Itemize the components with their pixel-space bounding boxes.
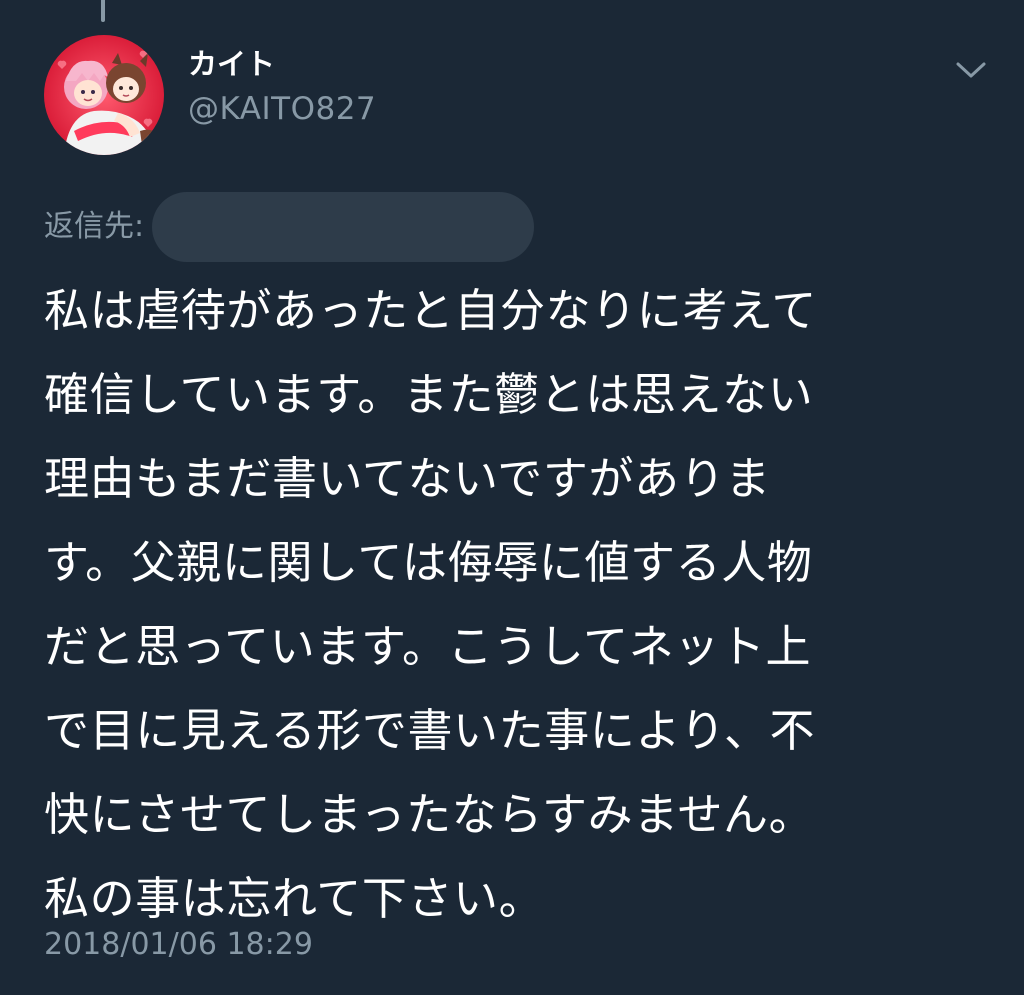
tweet-text-line: 私は虐待があったと自分なりに考えて [44, 284, 817, 337]
reply-target-redacted[interactable] [152, 192, 535, 262]
thread-connector-line [101, 0, 105, 22]
tweet-timestamp[interactable]: 2018/01/06 18:29 [44, 930, 313, 960]
reply-context: 返信先: [44, 192, 535, 262]
chevron-down-icon[interactable] [952, 56, 990, 84]
tweet-text-line: す。父親に関しては侮辱に値する人物 [44, 536, 813, 589]
tweet-text: 私は虐待があったと自分なりに考えて 確信しています。また鬱とは思えない 理由もま… [44, 269, 984, 941]
tweet-text-line: だと思っています。こうしてネット上 [44, 620, 812, 673]
tweet-text-line: で目に見える形で書いた事により、不 [44, 704, 816, 757]
display-name[interactable]: カイト [188, 50, 275, 79]
reply-label: 返信先: [44, 209, 145, 244]
avatar-illustration [44, 35, 164, 155]
avatar[interactable] [44, 35, 164, 155]
user-handle[interactable]: @KAITO827 [188, 94, 376, 125]
tweet-text-line: 確信しています。また鬱とは思えない [44, 368, 814, 421]
tweet-text-line: 理由もまだ書いてないですがありま [44, 452, 771, 505]
tweet-text-line: 快にさせてしまったならすみません。 [44, 788, 815, 841]
